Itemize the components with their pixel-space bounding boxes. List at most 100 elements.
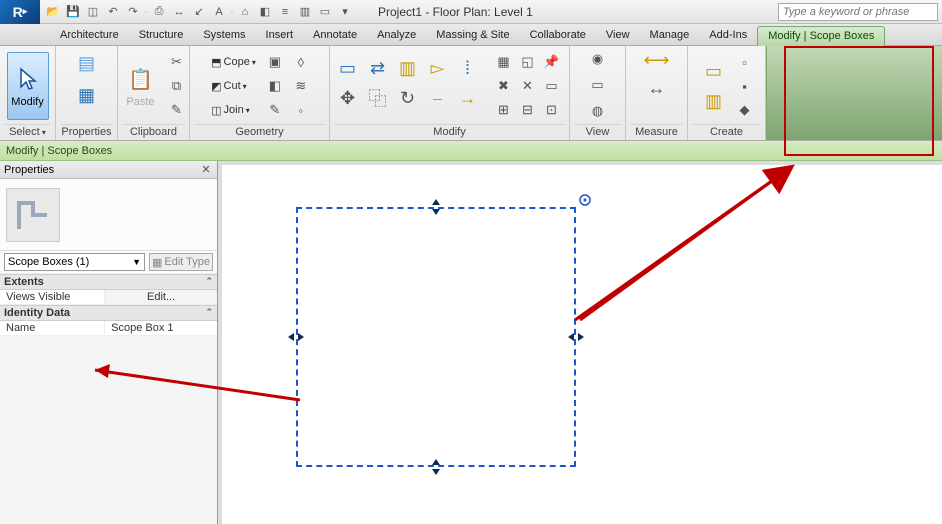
panel-create: ▭ ▥ ▫ ▪ ◆ Create — [688, 46, 766, 140]
measure-icon[interactable]: ↔ — [170, 3, 188, 21]
drag-handle-right[interactable] — [569, 330, 583, 344]
drag-handle-bottom[interactable] — [429, 460, 443, 474]
misc1-icon[interactable]: ⊞ — [493, 99, 515, 121]
drawing-canvas[interactable] — [218, 161, 942, 524]
switch-win-icon[interactable]: ▭ — [316, 3, 334, 21]
type-selector[interactable]: Scope Boxes (1) ▼ — [4, 253, 145, 271]
redo-icon[interactable]: ↷ — [124, 3, 142, 21]
tab-architecture[interactable]: Architecture — [50, 26, 129, 45]
join-button[interactable]: ◫Join▾ — [207, 100, 260, 120]
views-visible-edit-button[interactable]: Edit... — [104, 290, 217, 304]
tab-view[interactable]: View — [596, 26, 640, 45]
prop-views-visible: Views Visible Edit... — [0, 290, 217, 305]
pin-icon[interactable]: 📌 — [541, 51, 563, 73]
open-icon[interactable]: 📂 — [44, 3, 62, 21]
delete-icon[interactable]: ✕ — [517, 75, 539, 97]
ribbon-tabs: Architecture Structure Systems Insert An… — [0, 24, 942, 46]
rotate-grip[interactable] — [578, 193, 592, 207]
misc2-icon[interactable]: ⊟ — [517, 99, 539, 121]
properties-titlebar[interactable]: Properties ✕ — [0, 161, 217, 179]
geom2-icon[interactable]: ≋ — [290, 75, 312, 97]
mirror-pick-icon[interactable]: ▥ — [397, 57, 419, 79]
save-icon[interactable]: 💾 — [64, 3, 82, 21]
trim-icon[interactable]: ⎯ — [427, 87, 449, 109]
view2-icon[interactable]: ▭ — [587, 74, 609, 96]
category-identity[interactable]: Identity Data⌃ — [0, 305, 217, 321]
array-icon[interactable]: ▦ — [493, 51, 515, 73]
category-extents[interactable]: Extents⌃ — [0, 274, 217, 290]
cope-button[interactable]: ⬒Cope▾ — [207, 52, 260, 72]
misc3-icon[interactable]: ⊡ — [541, 99, 563, 121]
split-icon[interactable]: ⁞ — [457, 57, 479, 79]
tab-systems[interactable]: Systems — [193, 26, 255, 45]
text-icon[interactable]: A — [210, 3, 228, 21]
paint-icon[interactable]: ✎ — [264, 99, 286, 121]
group-icon[interactable]: ▭ — [541, 75, 563, 97]
tab-analyze[interactable]: Analyze — [367, 26, 426, 45]
view1-icon[interactable]: ◉ — [587, 48, 609, 70]
geom3-icon[interactable]: ◦ — [290, 99, 312, 121]
create3-icon[interactable]: ▫ — [734, 51, 756, 73]
app-icon[interactable]: R▸ — [0, 0, 40, 24]
type-properties-icon[interactable]: ▦ — [69, 80, 105, 110]
copy-icon[interactable]: ⧉ — [166, 75, 188, 97]
tab-collaborate[interactable]: Collaborate — [520, 26, 596, 45]
search-input[interactable] — [778, 3, 938, 21]
split-face-icon[interactable]: ◧ — [264, 75, 286, 97]
scale-icon[interactable]: ◱ — [517, 51, 539, 73]
close-icon[interactable]: ✕ — [199, 163, 213, 176]
scope-box[interactable] — [296, 207, 576, 467]
create1-icon[interactable]: ▭ — [698, 57, 730, 85]
name-value[interactable]: Scope Box 1 — [104, 321, 217, 335]
3d-icon[interactable]: ⌂ — [236, 3, 254, 21]
tab-structure[interactable]: Structure — [129, 26, 194, 45]
create2-icon[interactable]: ▥ — [698, 87, 730, 115]
panel-select-label[interactable]: Select — [9, 126, 46, 138]
drag-handle-top[interactable] — [429, 200, 443, 214]
unpin-icon[interactable]: ✖ — [493, 75, 515, 97]
dimension-icon[interactable]: ↔ — [637, 76, 677, 100]
thin-lines-icon[interactable]: ≡ — [276, 3, 294, 21]
undo-icon[interactable]: ↶ — [104, 3, 122, 21]
create4-icon[interactable]: ▪ — [734, 75, 756, 97]
wall-opening-icon[interactable]: ▣ — [264, 51, 286, 73]
offset-icon[interactable]: ⇄ — [367, 57, 389, 79]
align-icon[interactable]: ↙ — [190, 3, 208, 21]
dropdown-icon[interactable]: ▾ — [336, 3, 354, 21]
drag-handle-left[interactable] — [289, 330, 303, 344]
extend-icon[interactable]: → — [457, 87, 479, 109]
move-icon[interactable]: ✥ — [337, 87, 359, 109]
tab-manage[interactable]: Manage — [640, 26, 700, 45]
cut-geom-button[interactable]: ◩Cut▾ — [207, 76, 260, 96]
panel-geometry: ⬒Cope▾ ◩Cut▾ ◫Join▾ ▣ ◧ ✎ ◊ ≋ ◦ Geometry — [190, 46, 330, 140]
view3-icon[interactable]: ◍ — [587, 100, 609, 122]
edit-type-button[interactable]: ▦Edit Type — [149, 253, 213, 271]
tab-addins[interactable]: Add-Ins — [699, 26, 757, 45]
properties-icon[interactable]: ▤ — [69, 48, 105, 78]
join-icon: ◫ — [211, 104, 221, 117]
collapse-icon: ⌃ — [205, 276, 213, 288]
paste-button[interactable]: 📋 Paste — [120, 52, 162, 120]
print-icon[interactable]: ⎙ — [150, 3, 168, 21]
mirror-draw-icon[interactable]: ▻ — [427, 57, 449, 79]
modify-label: Modify — [11, 96, 43, 108]
panel-view: ◉ ▭ ◍ View — [570, 46, 626, 140]
demolish-icon[interactable]: ◊ — [290, 51, 312, 73]
rotate-icon[interactable]: ↻ — [397, 87, 419, 109]
create5-icon[interactable]: ◆ — [734, 99, 756, 121]
cut-icon[interactable]: ✂ — [166, 51, 188, 73]
copy-tool-icon[interactable]: ⿻ — [367, 87, 389, 109]
measure-tool-icon[interactable]: ⟷ — [637, 48, 677, 72]
sync-icon[interactable]: ◫ — [84, 3, 102, 21]
section-icon[interactable]: ◧ — [256, 3, 274, 21]
align-tool-icon[interactable]: ▭ — [337, 57, 359, 79]
context-subbar: Modify | Scope Boxes — [0, 141, 942, 161]
close-hidden-icon[interactable]: ▥ — [296, 3, 314, 21]
tab-annotate[interactable]: Annotate — [303, 26, 367, 45]
tab-insert[interactable]: Insert — [256, 26, 304, 45]
tab-massing[interactable]: Massing & Site — [426, 26, 519, 45]
matchtype-icon[interactable]: ✎ — [166, 99, 188, 121]
tab-modify-scope-boxes[interactable]: Modify | Scope Boxes — [757, 26, 885, 46]
cope-icon: ⬒ — [211, 56, 221, 69]
modify-button[interactable]: Modify — [7, 52, 49, 120]
